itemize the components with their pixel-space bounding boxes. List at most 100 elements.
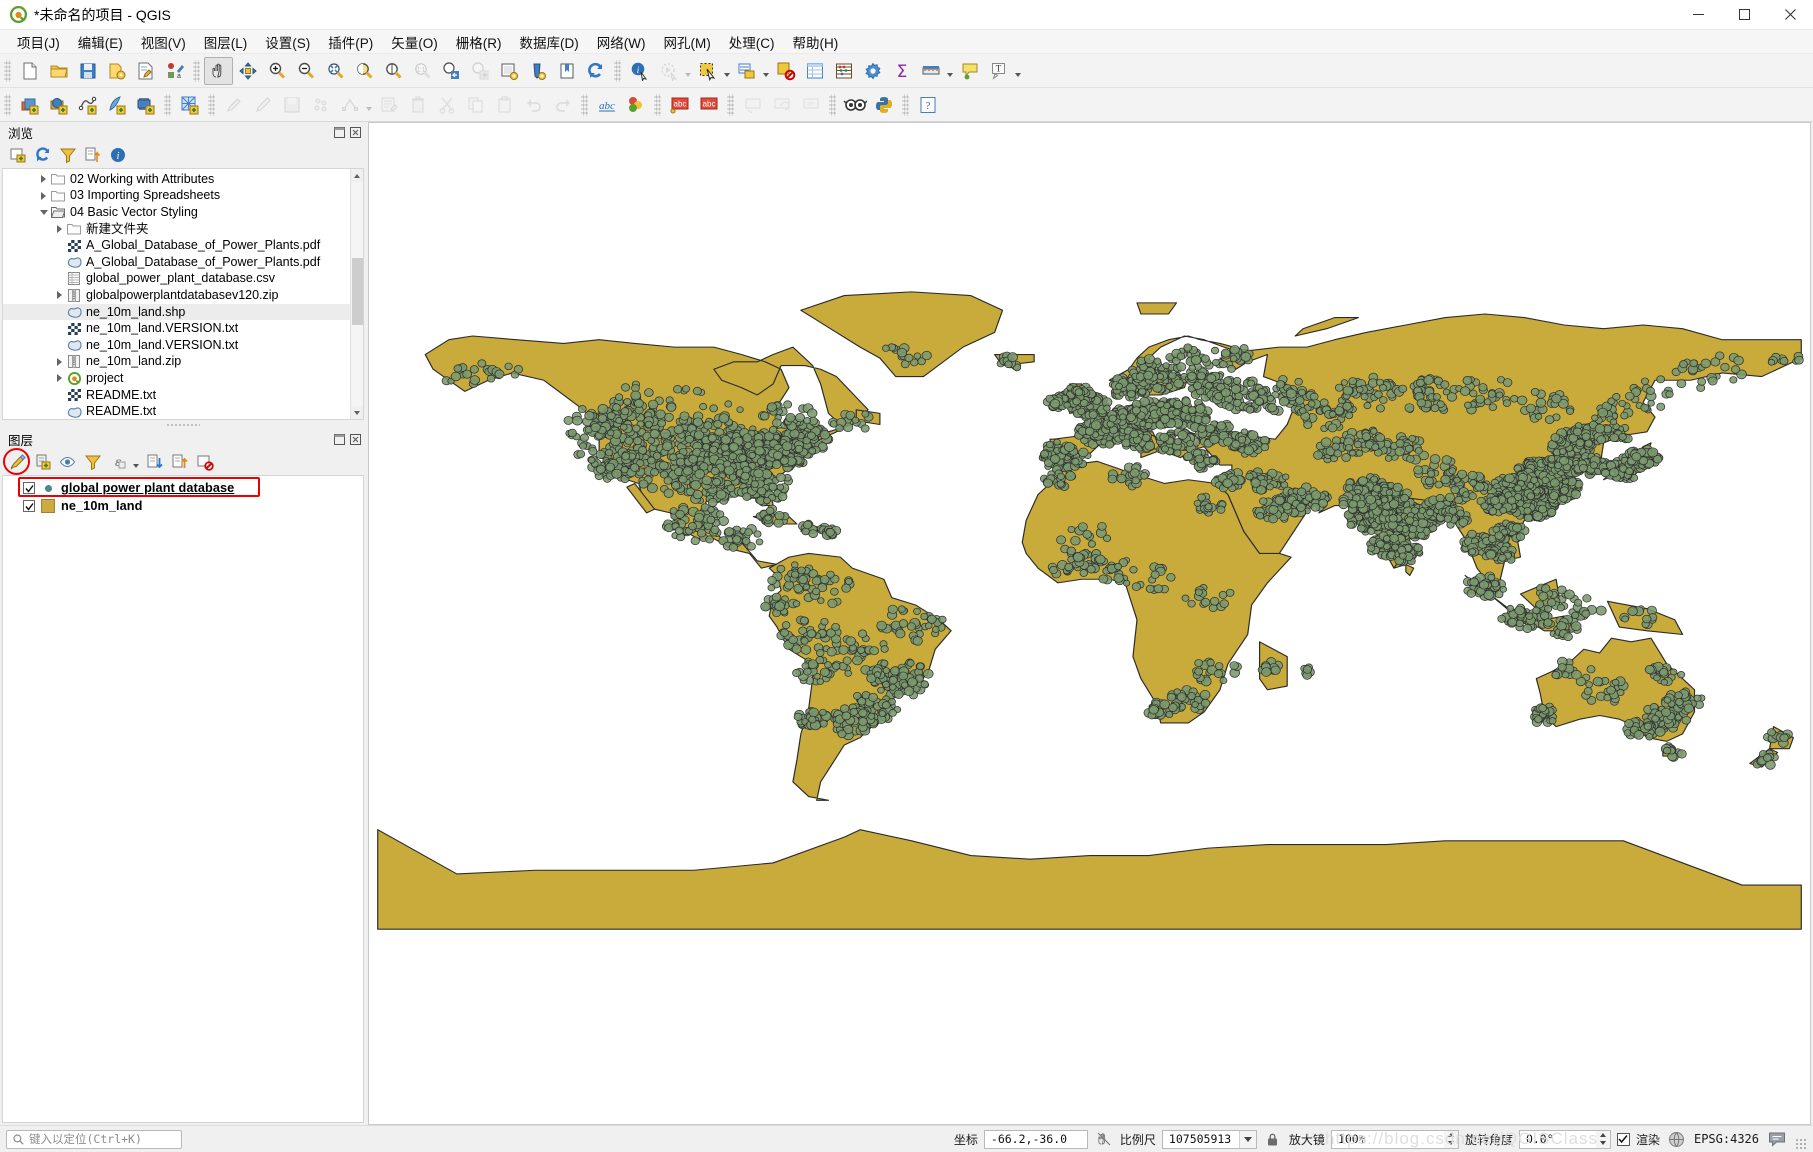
- layer-visibility-checkbox[interactable]: [23, 500, 35, 512]
- browser-tree-item[interactable]: ne_10m_land.VERSION.txt: [3, 320, 350, 337]
- new-map-view-icon[interactable]: [494, 57, 523, 85]
- new-print-layout-icon[interactable]: [131, 57, 160, 85]
- toggle-extents-icon[interactable]: [1094, 1128, 1114, 1150]
- chevron-right-icon[interactable]: [37, 173, 50, 186]
- browser-tree-item[interactable]: globalpowerplantdatabasev120.zip: [3, 287, 350, 304]
- spin-up-button[interactable]: [1444, 1131, 1458, 1140]
- add-point-feature-icon[interactable]: [306, 91, 335, 119]
- delete-selected-icon[interactable]: [403, 91, 432, 119]
- new-bookmark-icon[interactable]: [552, 57, 581, 85]
- toolbar-grip[interactable]: [208, 93, 215, 116]
- crs-value[interactable]: EPSG:4326: [1694, 1132, 1759, 1146]
- style-manager-icon[interactable]: a: [160, 57, 189, 85]
- browser-tree-item[interactable]: A_Global_Database_of_Power_Plants.pdf: [3, 237, 350, 254]
- chevron-down-icon[interactable]: [1238, 1130, 1256, 1148]
- layers-panel-close-icon[interactable]: [349, 433, 362, 446]
- add-raster-layer-icon[interactable]: [44, 91, 73, 119]
- copy-features-icon[interactable]: [461, 91, 490, 119]
- open-project-icon[interactable]: [44, 57, 73, 85]
- rotate-label-icon[interactable]: [767, 91, 796, 119]
- filter-legend-expression-icon[interactable]: ε: [106, 451, 129, 473]
- rotation-spinbox[interactable]: 0.0°: [1518, 1129, 1611, 1149]
- scroll-track[interactable]: [350, 182, 363, 406]
- select-by-value-dropdown[interactable]: [761, 57, 771, 85]
- browser-tree-item[interactable]: README.txt: [3, 403, 350, 419]
- toolbar-grip[interactable]: [902, 93, 909, 116]
- map-tips-icon[interactable]: [955, 57, 984, 85]
- help-contents-icon[interactable]: ?: [913, 91, 942, 119]
- zoom-to-layer-icon[interactable]: [378, 57, 407, 85]
- measure-dropdown[interactable]: [945, 57, 955, 85]
- spin-down-button[interactable]: [1596, 1139, 1610, 1148]
- toolbar-grip[interactable]: [4, 93, 11, 116]
- select-features-dropdown[interactable]: [722, 57, 732, 85]
- move-label-icon[interactable]: [738, 91, 767, 119]
- expand-all-icon[interactable]: [143, 451, 166, 473]
- lock-scale-icon[interactable]: [1263, 1128, 1283, 1150]
- change-label-icon[interactable]: [796, 91, 825, 119]
- pin-labels-icon[interactable]: abc: [665, 91, 694, 119]
- map-canvas[interactable]: [368, 122, 1811, 1125]
- close-button[interactable]: [1767, 0, 1813, 30]
- toolbar-grip[interactable]: [4, 59, 11, 82]
- show-hide-labels-icon[interactable]: abc: [694, 91, 723, 119]
- rotation-spin-buttons[interactable]: [1595, 1129, 1611, 1149]
- new-project-icon[interactable]: [15, 57, 44, 85]
- label-toolbar-icon[interactable]: abc: [592, 91, 621, 119]
- statistical-summary-icon[interactable]: Σ: [887, 57, 916, 85]
- scale-combobox[interactable]: 107505913: [1161, 1129, 1257, 1149]
- toolbar-grip[interactable]: [829, 93, 836, 116]
- manage-layer-visibility-icon[interactable]: [56, 451, 79, 473]
- layer-row-power-plants[interactable]: global power plant database: [3, 479, 363, 497]
- scroll-thumb[interactable]: [351, 258, 363, 326]
- text-annotation-icon[interactable]: T: [984, 57, 1013, 85]
- browser-panel-close-icon[interactable]: [349, 126, 362, 139]
- render-checkbox[interactable]: [1616, 1132, 1630, 1146]
- chevron-right-icon[interactable]: [53, 223, 66, 236]
- minimize-button[interactable]: [1675, 0, 1721, 30]
- layers-panel-float-icon[interactable]: [333, 433, 346, 446]
- chevron-right-icon[interactable]: [53, 289, 66, 302]
- browser-tree-item[interactable]: ne_10m_land.shp: [3, 303, 350, 321]
- add-spatialite-layer-icon[interactable]: [102, 91, 131, 119]
- magnifier-spinbox[interactable]: 100%: [1330, 1129, 1459, 1149]
- spin-down-button[interactable]: [1444, 1139, 1458, 1148]
- open-layer-styling-panel-icon[interactable]: [6, 451, 29, 473]
- toolbar-grip[interactable]: [581, 93, 588, 116]
- remove-layer-icon[interactable]: [193, 451, 216, 473]
- menu-raster[interactable]: 栅格(R): [447, 30, 511, 54]
- menu-layer[interactable]: 图层(L): [195, 30, 257, 54]
- georeferencer-icon[interactable]: [840, 91, 869, 119]
- chevron-right-icon[interactable]: [53, 355, 66, 368]
- add-mesh-layer-icon[interactable]: [175, 91, 204, 119]
- menu-settings[interactable]: 设置(S): [256, 30, 319, 54]
- refresh-icon[interactable]: [31, 144, 54, 166]
- toolbar-grip[interactable]: [727, 93, 734, 116]
- menu-vector[interactable]: 矢量(O): [382, 30, 447, 54]
- browser-tree-item[interactable]: global_power_plant_database.csv: [3, 271, 350, 288]
- modify-attributes-icon[interactable]: [374, 91, 403, 119]
- scroll-up-button[interactable]: [350, 169, 363, 182]
- zoom-out-icon[interactable]: [291, 57, 320, 85]
- zoom-full-icon[interactable]: [320, 57, 349, 85]
- layer-tree[interactable]: global power plant database ne_10m_land: [2, 475, 364, 1123]
- menu-plugins[interactable]: 插件(P): [319, 30, 382, 54]
- spin-up-button[interactable]: [1596, 1131, 1610, 1140]
- measure-line-icon[interactable]: [916, 57, 945, 85]
- deselect-features-icon[interactable]: [771, 57, 800, 85]
- zoom-in-icon[interactable]: [262, 57, 291, 85]
- paste-features-icon[interactable]: [490, 91, 519, 119]
- browser-tree-item[interactable]: README.txt: [3, 387, 350, 404]
- run-feature-action-dropdown[interactable]: [683, 57, 693, 85]
- redo-icon[interactable]: [548, 91, 577, 119]
- chevron-right-icon[interactable]: [53, 372, 66, 385]
- menu-processing[interactable]: 处理(C): [720, 30, 784, 54]
- magnifier-spin-buttons[interactable]: [1443, 1129, 1459, 1149]
- menu-view[interactable]: 视图(V): [132, 30, 195, 54]
- cut-features-icon[interactable]: [432, 91, 461, 119]
- toolbar-grip[interactable]: [654, 93, 661, 116]
- zoom-native-icon[interactable]: 1:1: [407, 57, 436, 85]
- browser-tree-item[interactable]: 02 Working with Attributes: [3, 171, 350, 188]
- browser-tree[interactable]: 02 Working with Attributes 03 Importing S…: [2, 168, 364, 420]
- menu-help[interactable]: 帮助(H): [783, 30, 847, 54]
